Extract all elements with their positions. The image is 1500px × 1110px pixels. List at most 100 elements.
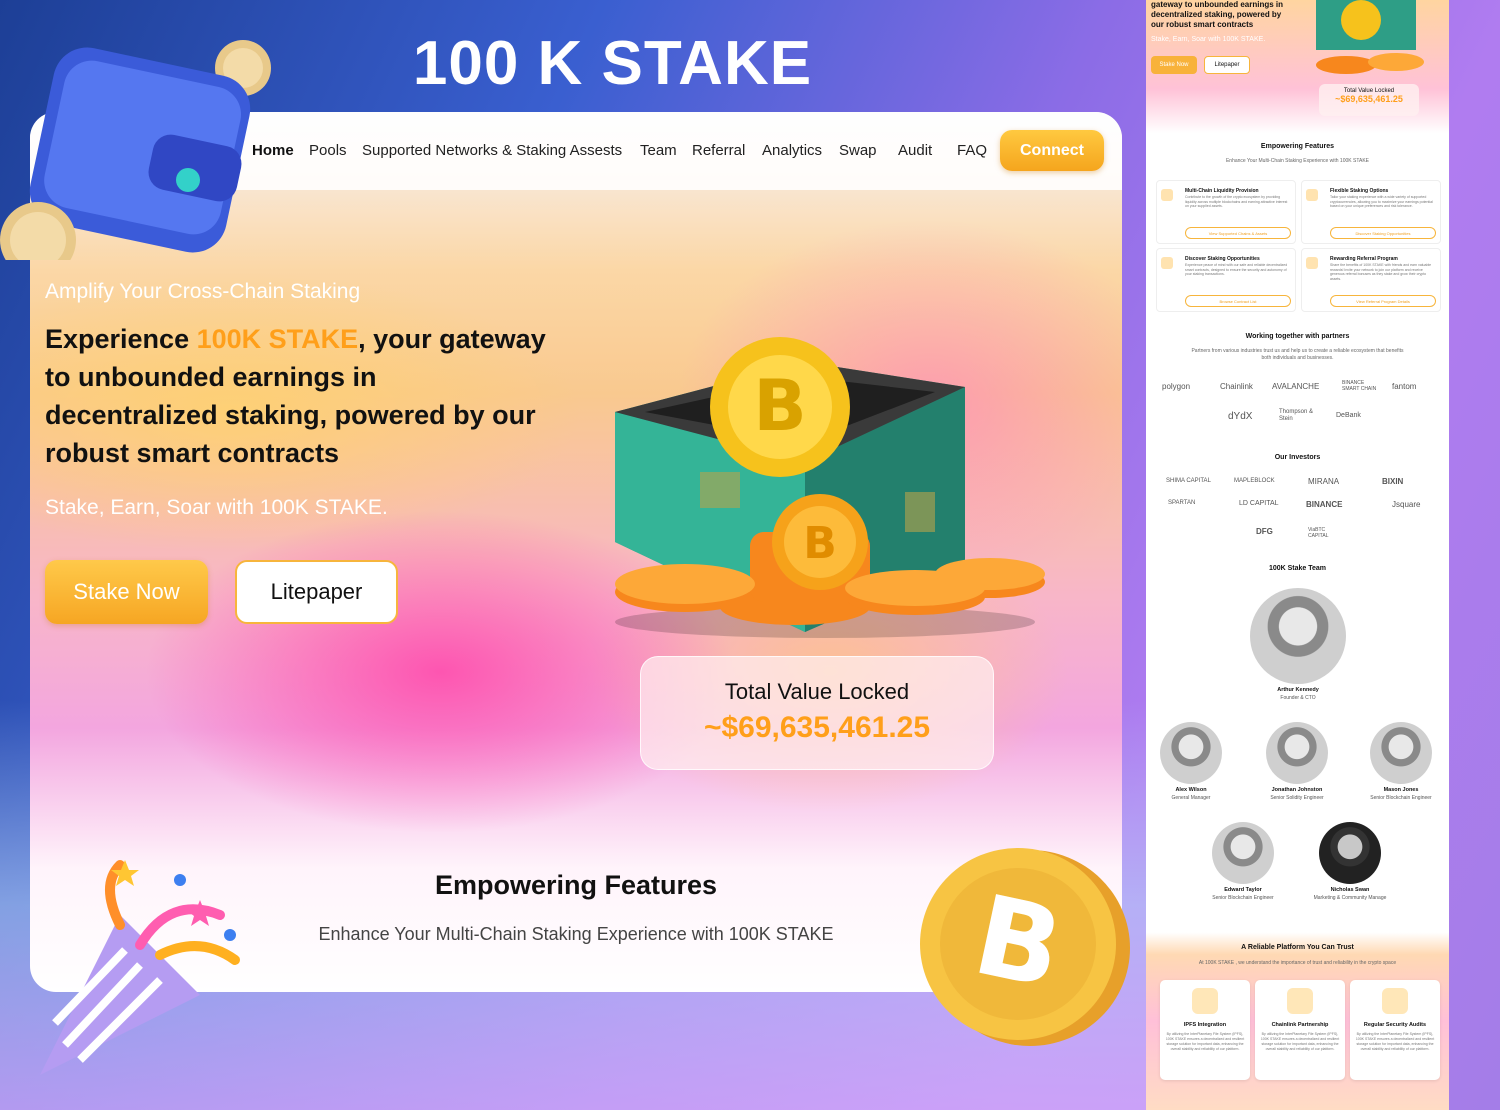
litepaper-button[interactable]: Litepaper bbox=[235, 560, 398, 624]
features-title-text: Empowering Features bbox=[434, 870, 718, 900]
partners-title: Working together with partners bbox=[1245, 333, 1350, 340]
shield-icon bbox=[1161, 257, 1173, 269]
feature-desc: Contribute to the growth of the crypto e… bbox=[1185, 195, 1288, 208]
side-features-title: Empowering Features bbox=[1260, 143, 1335, 150]
svg-text:B: B bbox=[803, 518, 837, 569]
member-role: Marketing & Community Manage bbox=[1313, 895, 1387, 901]
avatar bbox=[1319, 822, 1381, 884]
bitcoin-coin-icon: B bbox=[920, 848, 1130, 1046]
avatar bbox=[1250, 588, 1346, 684]
partner-logo: Thompson & Stein bbox=[1279, 409, 1314, 422]
chainlink-icon bbox=[1287, 988, 1313, 1014]
side-features-subtitle: Enhance Your Multi-Chain Staking Experie… bbox=[1225, 158, 1370, 164]
feature-desc: Share the benefits of 100K STAKE with fr… bbox=[1330, 263, 1432, 281]
ipfs-icon bbox=[1192, 988, 1218, 1014]
member-name: Jonathan Johnston bbox=[1271, 787, 1323, 793]
feature-desc: Experience peace of mind with our safe a… bbox=[1185, 263, 1288, 276]
feature-button[interactable]: Browse Contract List bbox=[1185, 295, 1291, 307]
team-member-card: Nicholas Swan Marketing & Community Mana… bbox=[1304, 822, 1396, 901]
nav-referral[interactable]: Referral bbox=[692, 142, 745, 159]
side-tvl-card: Total Value Locked ~$69,635,461.25 bbox=[1319, 84, 1419, 116]
partner-logo: dYdX bbox=[1228, 411, 1253, 422]
partner-logo: fantom bbox=[1392, 382, 1417, 391]
nav-swap[interactable]: Swap bbox=[839, 142, 877, 159]
side-chest-illustration bbox=[1316, 0, 1424, 74]
investor-logo: SHIMA CAPITAL bbox=[1166, 478, 1211, 484]
team-member-card: Arthur Kennedy Founder & CTO bbox=[1238, 588, 1358, 701]
member-name: Alex Wilson bbox=[1175, 787, 1207, 793]
team-title: 100K Stake Team bbox=[1268, 565, 1327, 572]
trust-title: A Reliable Platform You Can Trust bbox=[1241, 944, 1354, 951]
liquidity-icon bbox=[1161, 189, 1173, 201]
stake-now-button[interactable]: Stake Now bbox=[45, 560, 208, 624]
member-name: Nicholas Swan bbox=[1330, 887, 1370, 893]
tvl-card: Total Value Locked ~$69,635,461.25 bbox=[640, 656, 994, 770]
partner-logo: DeBank bbox=[1336, 412, 1361, 419]
investor-logo: MAPLEBLOCK bbox=[1234, 478, 1275, 484]
feature-button[interactable]: View Referral Program Details bbox=[1330, 295, 1436, 307]
svg-text:B: B bbox=[753, 365, 806, 447]
investor-logo: Jsquare bbox=[1392, 500, 1421, 509]
feature-title: Flexible Staking Options bbox=[1330, 188, 1389, 194]
trust-card: Regular Security Audits By utilizing the… bbox=[1350, 980, 1440, 1080]
member-role: Founder & CTO bbox=[1280, 695, 1316, 701]
side-headline: gateway to unbounded earnings in decentr… bbox=[1151, 0, 1284, 29]
side-stake-now-button[interactable]: Stake Now bbox=[1151, 56, 1197, 74]
investor-logo: MIRANA bbox=[1308, 477, 1340, 486]
team-member-card: Jonathan Johnston Senior Solidity Engine… bbox=[1252, 722, 1342, 801]
team-member-card: Alex Wilson General Manager bbox=[1146, 722, 1236, 801]
partner-logo: AVALANCHE bbox=[1272, 382, 1320, 391]
avatar bbox=[1160, 722, 1222, 784]
trust-card-title: Chainlink Partnership bbox=[1271, 1022, 1329, 1028]
hero-headline: Experience 100K STAKE, your gateway to u… bbox=[45, 320, 555, 472]
feature-desc: Tailor your staking experience with a wi… bbox=[1330, 195, 1433, 208]
partner-logo: polygon bbox=[1162, 382, 1191, 391]
investor-logo: BIXIN bbox=[1382, 477, 1404, 486]
nav-team[interactable]: Team bbox=[640, 142, 677, 159]
trust-card: IPFS Integration By utilizing the InterP… bbox=[1160, 980, 1250, 1080]
member-role: Senior Solidity Engineer bbox=[1270, 795, 1324, 801]
avatar bbox=[1370, 722, 1432, 784]
investor-logo: DFG bbox=[1256, 527, 1273, 536]
treasure-chest-illustration: B B bbox=[615, 337, 1045, 638]
nav-analytics[interactable]: Analytics bbox=[762, 142, 822, 159]
nav-audit[interactable]: Audit bbox=[898, 142, 932, 159]
partners-subtitle: Partners from various industries trust u… bbox=[1191, 348, 1404, 361]
investor-logo: LD CAPITAL bbox=[1239, 500, 1279, 507]
feature-title: Rewarding Referral Program bbox=[1330, 256, 1398, 262]
nav-pools[interactable]: Pools bbox=[309, 142, 347, 159]
feature-button[interactable]: View Supported Chains & Assets bbox=[1185, 227, 1291, 239]
feature-title: Multi-Chain Liquidity Provision bbox=[1185, 188, 1259, 194]
nav-faq[interactable]: FAQ bbox=[957, 142, 987, 159]
member-role: General Manager bbox=[1171, 795, 1211, 801]
trust-card-title: Regular Security Audits bbox=[1363, 1022, 1427, 1028]
partner-logo: BINANCE SMART CHAIN bbox=[1342, 380, 1377, 392]
feature-card: Discover Staking Opportunities Experienc… bbox=[1156, 248, 1296, 312]
wallet-icon bbox=[0, 40, 271, 260]
member-name: Mason Jones bbox=[1383, 787, 1419, 793]
headline-pre: Experience bbox=[45, 324, 197, 354]
feature-card: Rewarding Referral Program Share the ben… bbox=[1301, 248, 1441, 312]
member-name: Edward Taylor bbox=[1224, 887, 1262, 893]
feature-title: Discover Staking Opportunities bbox=[1185, 256, 1260, 262]
side-slogan: Stake, Earn, Soar with 100K STAKE. bbox=[1151, 36, 1266, 43]
side-litepaper-button[interactable]: Litepaper bbox=[1204, 56, 1250, 74]
staking-options-icon bbox=[1306, 189, 1318, 201]
trust-card-title: IPFS Integration bbox=[1183, 1022, 1227, 1028]
headline-brand: 100K STAKE bbox=[196, 324, 359, 354]
side-tvl-value: ~$69,635,461.25 bbox=[1335, 94, 1403, 104]
nav-supported-networks[interactable]: Supported Networks & Staking Assests bbox=[362, 142, 622, 159]
trust-card-desc: By utilizing the InterPlanetary File Sys… bbox=[1165, 1032, 1245, 1051]
team-member-card: Edward Taylor Senior Blockchain Engineer bbox=[1198, 822, 1288, 901]
feature-card: Multi-Chain Liquidity Provision Contribu… bbox=[1156, 180, 1296, 244]
party-popper-icon bbox=[40, 860, 240, 1075]
trust-subtitle: At 100K STAKE , we understand the import… bbox=[1198, 960, 1397, 966]
trust-card-desc: By utilizing the InterPlanetary File Sys… bbox=[1260, 1032, 1340, 1051]
feature-card: Flexible Staking Options Tailor your sta… bbox=[1301, 180, 1441, 244]
feature-button[interactable]: Discover Staking Opportunities bbox=[1330, 227, 1436, 239]
tvl-label: Total Value Locked bbox=[724, 679, 910, 704]
avatar bbox=[1266, 722, 1328, 784]
member-name: Arthur Kennedy bbox=[1277, 687, 1319, 693]
connect-button[interactable]: Connect bbox=[1000, 130, 1104, 171]
investors-title: Our Investors bbox=[1274, 454, 1321, 461]
